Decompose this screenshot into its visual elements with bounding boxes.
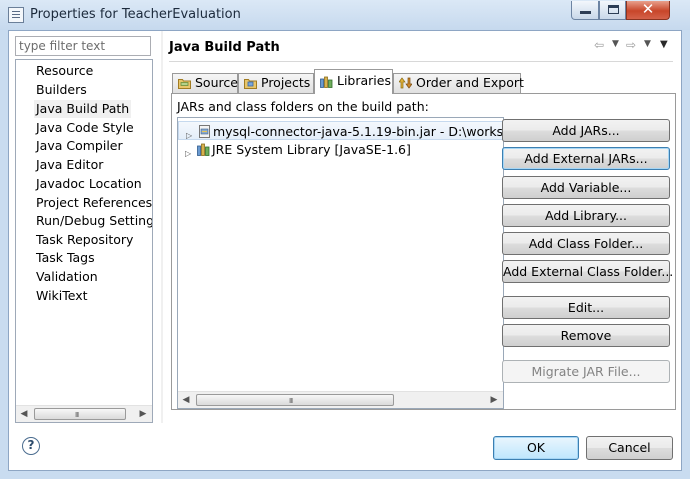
- forward-arrow-icon[interactable]: ⇨: [626, 38, 636, 52]
- scroll-left-icon[interactable]: ◀: [17, 407, 31, 421]
- dialog-client-area: Resource Builders Java Build Path Java C…: [8, 30, 682, 471]
- scroll-right-icon[interactable]: ▶: [487, 393, 501, 407]
- migrate-jar-file-button[interactable]: Migrate JAR File...: [502, 360, 670, 383]
- tree-item-java-compiler[interactable]: Java Compiler: [34, 137, 125, 155]
- minimize-icon: [580, 11, 591, 14]
- back-arrow-icon[interactable]: ⇦: [594, 38, 604, 52]
- window-title: Properties for TeacherEvaluation: [30, 7, 241, 22]
- close-icon: ✕: [641, 0, 655, 18]
- remove-button[interactable]: Remove: [502, 324, 670, 347]
- tree-horizontal-scrollbar[interactable]: ◀ III ▶: [16, 405, 152, 422]
- add-library-button[interactable]: Add Library...: [502, 204, 670, 227]
- list-item-mysql-connector-jar[interactable]: ▷ mysql-connector-java-5.1.19-bin.jar - …: [178, 121, 503, 140]
- jar-file-icon: [199, 125, 210, 138]
- tab-projects-label: Projects: [261, 75, 311, 90]
- tree-item-resource[interactable]: Resource: [34, 62, 95, 80]
- scrollbar-grip: III: [289, 397, 293, 405]
- minimize-button[interactable]: [571, 1, 599, 20]
- tab-projects[interactable]: Projects: [238, 73, 314, 93]
- add-variable-button[interactable]: Add Variable...: [502, 176, 670, 199]
- edit-button[interactable]: Edit...: [502, 296, 670, 319]
- scrollbar-thumb[interactable]: III: [196, 394, 394, 406]
- projects-icon: [244, 79, 257, 89]
- tree-item-project-references[interactable]: Project References: [34, 194, 152, 212]
- tab-source[interactable]: Source: [172, 73, 238, 93]
- help-icon[interactable]: ?: [22, 437, 40, 455]
- tree-item-javadoc-location[interactable]: Javadoc Location: [34, 175, 144, 193]
- tree-item-task-tags[interactable]: Task Tags: [34, 249, 97, 267]
- tab-libraries[interactable]: Libraries: [314, 69, 393, 94]
- page-title: Java Build Path: [169, 40, 280, 55]
- close-button[interactable]: ✕: [626, 0, 670, 20]
- tab-libraries-label: Libraries: [337, 73, 391, 88]
- tree-item-wikitext[interactable]: WikiText: [34, 287, 90, 305]
- view-menu-icon[interactable]: ▼: [660, 39, 668, 50]
- add-external-class-folder-button[interactable]: Add External Class Folder...: [502, 260, 673, 283]
- libraries-icon: [320, 76, 333, 88]
- scroll-left-icon[interactable]: ◀: [179, 393, 193, 407]
- forward-dropdown-icon[interactable]: ▼: [644, 39, 651, 49]
- add-jars-button[interactable]: Add JARs...: [502, 119, 670, 142]
- ok-button[interactable]: OK: [493, 436, 579, 460]
- scrollbar-thumb[interactable]: III: [34, 408, 126, 420]
- library-icon: [197, 143, 210, 156]
- maximize-button[interactable]: [599, 1, 626, 20]
- tab-source-label: Source: [195, 75, 238, 90]
- title-bar[interactable]: Properties for TeacherEvaluation ✕: [0, 0, 690, 30]
- title-separator: [169, 61, 673, 62]
- property-page-tree[interactable]: Resource Builders Java Build Path Java C…: [15, 59, 153, 423]
- tree-item-run-debug-settings[interactable]: Run/Debug Settings: [34, 212, 152, 230]
- library-horizontal-scrollbar[interactable]: ◀ III ▶: [178, 391, 503, 408]
- tab-order-and-export[interactable]: Order and Export: [393, 73, 524, 93]
- tree-item-java-editor[interactable]: Java Editor: [34, 156, 105, 174]
- tree-item-task-repository[interactable]: Task Repository: [34, 231, 135, 249]
- list-item-jre-system-library[interactable]: ▷ JRE System Library [JavaSE-1.6]: [178, 140, 503, 159]
- library-list[interactable]: ▷ mysql-connector-java-5.1.19-bin.jar - …: [177, 117, 504, 409]
- tree-item-validation[interactable]: Validation: [34, 268, 100, 286]
- tree-item-java-build-path[interactable]: Java Build Path: [34, 100, 132, 118]
- source-folder-icon: [178, 79, 191, 89]
- scrollbar-grip: III: [75, 411, 79, 419]
- filter-input[interactable]: [15, 36, 151, 56]
- tree-item-builders[interactable]: Builders: [34, 81, 89, 99]
- tab-order-and-export-label: Order and Export: [416, 75, 524, 90]
- tree-item-java-code-style[interactable]: Java Code Style: [34, 119, 136, 137]
- expand-arrow-icon[interactable]: ▷: [185, 144, 191, 163]
- maximize-icon: [608, 5, 619, 14]
- properties-icon: [8, 7, 24, 23]
- cancel-button[interactable]: Cancel: [586, 436, 673, 460]
- list-item-label: JRE System Library [JavaSE-1.6]: [212, 142, 411, 157]
- scroll-right-icon[interactable]: ▶: [136, 407, 150, 421]
- classpath-label: JARs and class folders on the build path…: [177, 99, 429, 114]
- list-item-label: mysql-connector-java-5.1.19-bin.jar - D:…: [213, 124, 504, 139]
- add-class-folder-button[interactable]: Add Class Folder...: [502, 232, 670, 255]
- back-dropdown-icon[interactable]: ▼: [612, 39, 619, 49]
- add-external-jars-button[interactable]: Add External JARs...: [502, 147, 670, 170]
- panel-sash[interactable]: [161, 31, 163, 423]
- order-export-icon: [399, 77, 412, 89]
